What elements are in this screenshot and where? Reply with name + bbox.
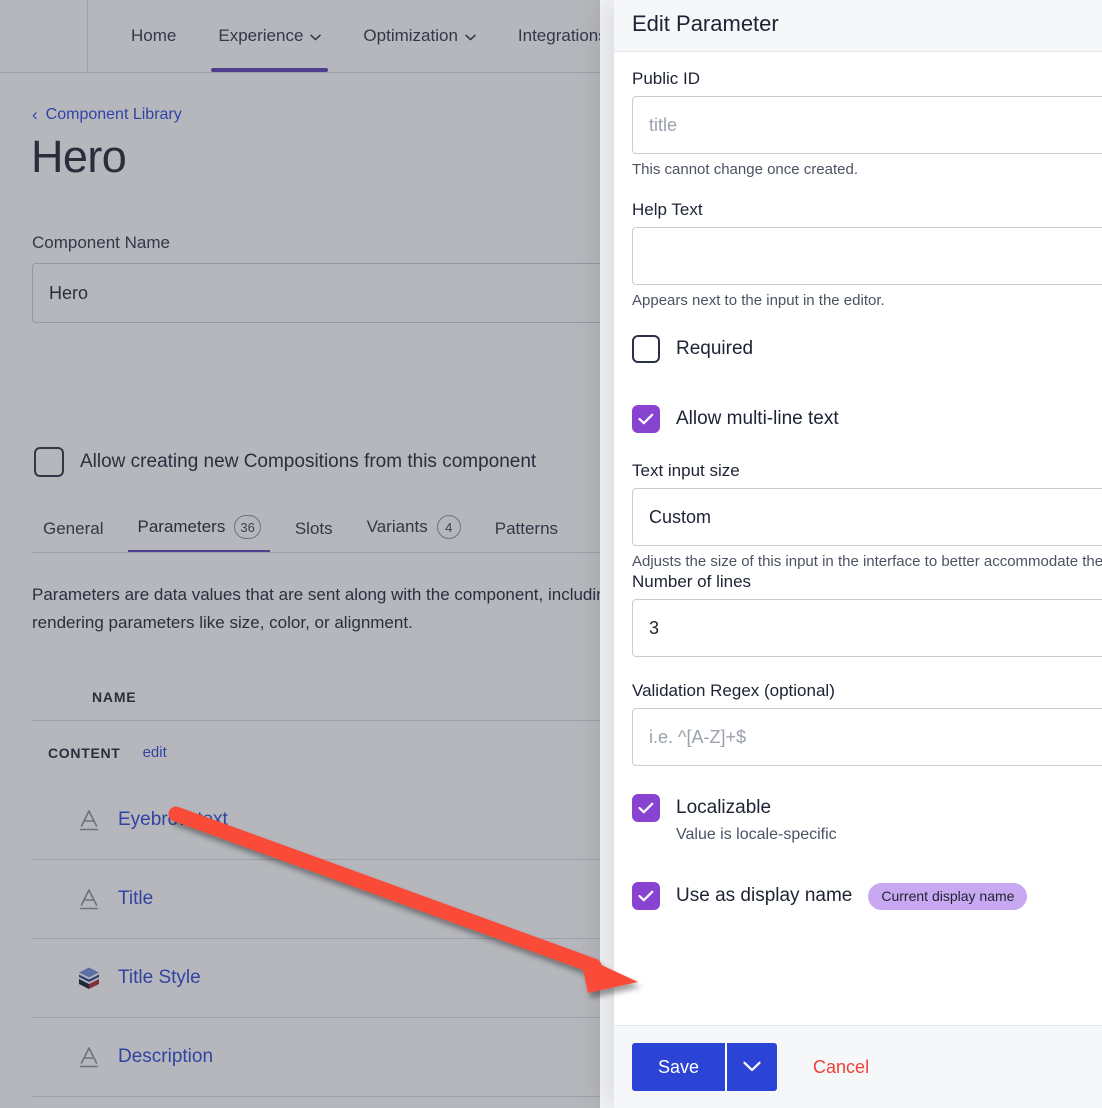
text-input-size-select[interactable]: Custom bbox=[632, 488, 1102, 546]
panel-footer: Save Cancel bbox=[614, 1025, 1102, 1108]
required-label: Required bbox=[676, 338, 753, 360]
use-as-display-name-checkbox[interactable] bbox=[632, 882, 660, 910]
nav-item-home[interactable]: Home bbox=[110, 0, 197, 72]
parameter-group-content: CONTENT edit bbox=[48, 744, 167, 761]
breadcrumb-label: Component Library bbox=[46, 106, 182, 124]
parameter-group-edit-link[interactable]: edit bbox=[143, 744, 167, 761]
allow-compositions-checkbox[interactable] bbox=[34, 447, 64, 477]
edit-parameter-panel: Edit Parameter Public ID title This cann… bbox=[614, 0, 1102, 1108]
help-text-help: Appears next to the input in the editor. bbox=[632, 292, 1102, 309]
tab-count-badge: 4 bbox=[437, 515, 461, 539]
allow-compositions-label: Allow creating new Compositions from thi… bbox=[80, 451, 536, 473]
allow-multiline-checkbox[interactable] bbox=[632, 405, 660, 433]
text-type-icon bbox=[76, 1044, 102, 1070]
parameter-group-label: CONTENT bbox=[48, 745, 121, 761]
help-text-input[interactable] bbox=[632, 227, 1102, 285]
chevron-down-icon bbox=[310, 34, 321, 41]
nav-item-label: Optimization bbox=[363, 26, 457, 46]
nav-item-label: Experience bbox=[218, 26, 303, 46]
required-checkbox[interactable] bbox=[632, 335, 660, 363]
public-id-help: This cannot change once created. bbox=[632, 161, 1102, 178]
tab-variants[interactable]: Variants 4 bbox=[350, 515, 478, 553]
tab-label: Slots bbox=[295, 519, 333, 539]
panel-title: Edit Parameter bbox=[632, 11, 779, 37]
nav-active-underline bbox=[211, 68, 328, 72]
localizable-checkbox[interactable] bbox=[632, 794, 660, 822]
nav-item-label: Integrations bbox=[518, 26, 607, 46]
allow-multiline-label: Allow multi-line text bbox=[676, 408, 839, 430]
tab-parameters[interactable]: Parameters 36 bbox=[120, 515, 277, 553]
tab-label: Patterns bbox=[495, 519, 558, 539]
chevron-left-icon: ‹ bbox=[32, 106, 38, 123]
validation-regex-label: Validation Regex (optional) bbox=[632, 681, 1102, 701]
validation-regex-input[interactable]: i.e. ^[A-Z]+$ bbox=[632, 708, 1102, 766]
current-display-name-badge: Current display name bbox=[868, 883, 1027, 910]
text-input-size-help: Adjusts the size of this input in the in… bbox=[632, 553, 1102, 570]
use-as-display-name-label: Use as display name bbox=[676, 885, 852, 907]
allow-compositions-row[interactable]: Allow creating new Compositions from thi… bbox=[34, 447, 536, 477]
allow-multiline-row[interactable]: Allow multi-line text bbox=[632, 405, 1102, 433]
column-header-name: NAME bbox=[92, 689, 136, 705]
number-of-lines-label: Number of lines bbox=[632, 572, 1102, 592]
panel-gutter bbox=[600, 0, 614, 1108]
tab-bar: General Parameters 36 Slots Variants 4 P… bbox=[32, 509, 575, 553]
save-options-dropdown-button[interactable] bbox=[725, 1043, 777, 1091]
component-name-label: Component Name bbox=[32, 233, 170, 253]
localizable-label: Localizable bbox=[676, 797, 771, 819]
tab-label: Variants bbox=[367, 517, 428, 537]
panel-header: Edit Parameter bbox=[614, 0, 1102, 52]
chevron-down-icon bbox=[743, 1060, 761, 1075]
number-of-lines-input[interactable]: 3 bbox=[632, 599, 1102, 657]
tab-label: General bbox=[43, 519, 103, 539]
public-id-label: Public ID bbox=[632, 69, 1102, 89]
help-text-label: Help Text bbox=[632, 200, 1102, 220]
parameter-name: Title Style bbox=[118, 967, 201, 989]
localizable-row[interactable]: Localizable bbox=[632, 794, 1102, 822]
breadcrumb[interactable]: ‹ Component Library bbox=[32, 106, 182, 124]
composition-block-icon bbox=[76, 965, 102, 991]
parameter-name: Eyebrow text bbox=[118, 809, 228, 831]
nav-left-divider bbox=[87, 0, 88, 72]
text-input-size-label: Text input size bbox=[632, 461, 1102, 481]
cancel-button[interactable]: Cancel bbox=[807, 1056, 875, 1079]
tab-count-badge: 36 bbox=[234, 515, 260, 539]
text-type-icon bbox=[76, 807, 102, 833]
text-type-icon bbox=[76, 886, 102, 912]
tab-general[interactable]: General bbox=[32, 519, 120, 553]
localizable-sublabel: Value is locale-specific bbox=[676, 826, 1102, 844]
tab-slots[interactable]: Slots bbox=[278, 519, 350, 553]
tab-label: Parameters bbox=[137, 517, 225, 537]
save-button[interactable]: Save bbox=[632, 1043, 725, 1091]
nav-items: Home Experience Optimization Integration… bbox=[110, 0, 628, 72]
nav-item-optimization[interactable]: Optimization bbox=[342, 0, 496, 72]
parameter-name: Description bbox=[118, 1046, 213, 1068]
public-id-input[interactable]: title bbox=[632, 96, 1102, 154]
nav-item-experience[interactable]: Experience bbox=[197, 0, 342, 72]
nav-item-label: Home bbox=[131, 26, 176, 46]
parameter-name: Title bbox=[118, 888, 153, 910]
page-title: Hero bbox=[31, 131, 126, 183]
required-row[interactable]: Required bbox=[632, 335, 1102, 363]
tab-patterns[interactable]: Patterns bbox=[478, 519, 575, 553]
chevron-down-icon bbox=[465, 34, 476, 41]
use-as-display-name-row[interactable]: Use as display name Current display name bbox=[632, 882, 1102, 910]
panel-body: Public ID title This cannot change once … bbox=[614, 53, 1102, 1025]
